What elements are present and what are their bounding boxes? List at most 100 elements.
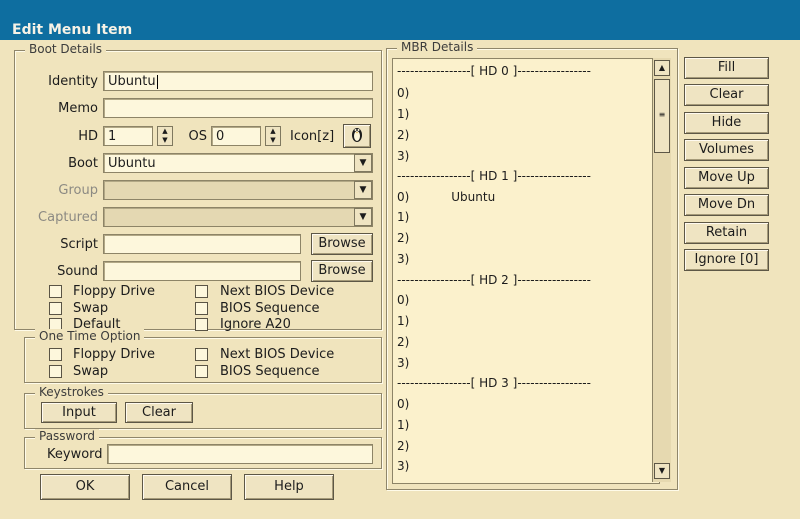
ignore-a20-label: Ignore A20 — [220, 317, 291, 332]
scroll-thumb[interactable]: ≡ — [654, 79, 670, 153]
captured-dropdown: ▼ — [103, 207, 373, 227]
password-title: Password — [35, 429, 100, 443]
next-bios-device-label: Next BIOS Device — [220, 284, 335, 299]
hd-label: HD — [78, 129, 98, 144]
help-button[interactable]: Help — [244, 474, 334, 500]
script-browse-button[interactable]: Browse — [311, 233, 373, 255]
volumes-button[interactable]: Volumes — [684, 139, 769, 161]
identity-field[interactable]: Ubuntu — [103, 71, 373, 91]
chevron-down-icon: ▼ — [354, 181, 372, 199]
keystrokes-title: Keystrokes — [35, 385, 108, 399]
identity-label: Identity — [48, 74, 98, 89]
ot-bios-sequence-label: BIOS Sequence — [220, 364, 320, 379]
script-field[interactable] — [103, 234, 301, 254]
ot-bios-sequence-checkbox[interactable] — [195, 365, 208, 378]
scroll-up-icon[interactable]: ▲ — [654, 60, 670, 76]
os-label: OS — [188, 129, 207, 144]
hd-value: 1 — [108, 129, 117, 144]
mbr-line: -----------------[ HD 3 ]---------------… — [397, 376, 591, 390]
keystrokes-group: Keystrokes Input Clear — [24, 385, 382, 429]
keyword-label: Keyword — [47, 447, 103, 462]
mbr-line: 2) — [397, 439, 410, 453]
mbr-line: 0) Ubuntu — [397, 190, 496, 204]
mbr-line: 2) — [397, 231, 410, 245]
swap-checkbox[interactable] — [49, 302, 62, 315]
fill-button[interactable]: Fill — [684, 57, 769, 79]
ot-next-bios-device-checkbox[interactable] — [195, 348, 208, 361]
mbr-line: 3) — [397, 252, 410, 266]
boot-details-group: Boot Details Identity Ubuntu Memo HD 1 ▲… — [14, 42, 382, 332]
bios-sequence-label: BIOS Sequence — [220, 301, 320, 316]
mbr-line: 0) — [397, 293, 410, 307]
keystrokes-clear-button[interactable]: Clear — [125, 402, 193, 423]
captured-label: Captured — [38, 210, 98, 225]
window-title: Edit Menu Item — [12, 22, 133, 38]
os-spinner[interactable]: ▲ ▼ — [265, 126, 281, 146]
group-label: Group — [58, 183, 98, 198]
boot-label: Boot — [68, 156, 98, 171]
clear-mbr-button[interactable]: Clear — [684, 84, 769, 106]
move-up-button[interactable]: Move Up — [684, 167, 769, 189]
password-group: Password Keyword — [24, 429, 382, 469]
move-down-button[interactable]: Move Dn — [684, 194, 769, 216]
sound-label: Sound — [57, 264, 98, 279]
mbr-list[interactable]: -----------------[ HD 0 ]---------------… — [392, 58, 660, 484]
chevron-down-icon: ▼ — [354, 208, 372, 226]
ot-next-bios-device-label: Next BIOS Device — [220, 347, 335, 362]
mbr-line: 1) — [397, 107, 410, 121]
mbr-line: 3) — [397, 459, 410, 473]
mbr-line: 1) — [397, 210, 410, 224]
sound-browse-button[interactable]: Browse — [311, 260, 373, 282]
mbr-line: 0) — [397, 397, 410, 411]
floppy-drive-checkbox[interactable] — [49, 285, 62, 298]
ignore-button[interactable]: Ignore [0] — [684, 249, 769, 271]
swap-label: Swap — [73, 301, 109, 316]
mbr-line: 2) — [397, 128, 410, 142]
penguin-icon — [352, 128, 362, 142]
chevron-down-icon[interactable]: ▼ — [354, 154, 372, 172]
ot-swap-checkbox[interactable] — [49, 365, 62, 378]
mbr-line: 3) — [397, 356, 410, 370]
mbr-line: 1) — [397, 418, 410, 432]
hide-button[interactable]: Hide — [684, 112, 769, 134]
one-time-option-group: One Time Option Floppy Drive Swap Next B… — [24, 329, 382, 383]
mbr-line: -----------------[ HD 0 ]---------------… — [397, 64, 591, 78]
group-dropdown: ▼ — [103, 180, 373, 200]
title-bar: Edit Menu Item — [0, 0, 800, 42]
keyword-field[interactable] — [107, 444, 373, 464]
mbr-line: 3) — [397, 149, 410, 163]
next-bios-device-checkbox[interactable] — [195, 285, 208, 298]
ot-floppy-drive-label: Floppy Drive — [73, 347, 156, 362]
ot-floppy-drive-checkbox[interactable] — [49, 348, 62, 361]
bios-sequence-checkbox[interactable] — [195, 302, 208, 315]
ot-swap-label: Swap — [73, 364, 109, 379]
keystrokes-input-button[interactable]: Input — [41, 402, 117, 423]
text-cursor — [156, 74, 158, 89]
identity-value: Ubuntu — [108, 74, 156, 89]
retain-button[interactable]: Retain — [684, 222, 769, 244]
memo-label: Memo — [58, 101, 98, 116]
sound-field[interactable] — [103, 261, 301, 281]
ok-button[interactable]: OK — [40, 474, 130, 500]
cancel-button[interactable]: Cancel — [142, 474, 232, 500]
boot-details-title: Boot Details — [25, 42, 107, 56]
boot-value: Ubuntu — [108, 156, 156, 171]
mbr-scrollbar[interactable]: ▲ ≡ ▼ — [652, 58, 671, 482]
one-time-option-title: One Time Option — [35, 329, 145, 343]
ignore-a20-checkbox[interactable] — [195, 318, 208, 331]
mbr-line: 0) — [397, 86, 410, 100]
memo-field[interactable] — [103, 98, 373, 118]
scroll-down-icon[interactable]: ▼ — [654, 463, 670, 479]
tux-penguin-icon[interactable] — [343, 124, 371, 148]
mbr-details-title: MBR Details — [397, 40, 478, 54]
os-field[interactable]: 0 — [211, 126, 261, 146]
mbr-line: 1) — [397, 314, 410, 328]
mbr-line: 2) — [397, 335, 410, 349]
icon-label: Icon[z] — [290, 129, 335, 144]
boot-dropdown[interactable]: Ubuntu ▼ — [103, 153, 373, 173]
script-label: Script — [60, 237, 98, 252]
edit-menu-item-dialog: Boot Details Identity Ubuntu Memo HD 1 ▲… — [0, 40, 800, 519]
mbr-line: -----------------[ HD 1 ]---------------… — [397, 169, 591, 183]
mbr-line: -----------------[ HD 2 ]---------------… — [397, 273, 591, 287]
floppy-drive-label: Floppy Drive — [73, 284, 156, 299]
